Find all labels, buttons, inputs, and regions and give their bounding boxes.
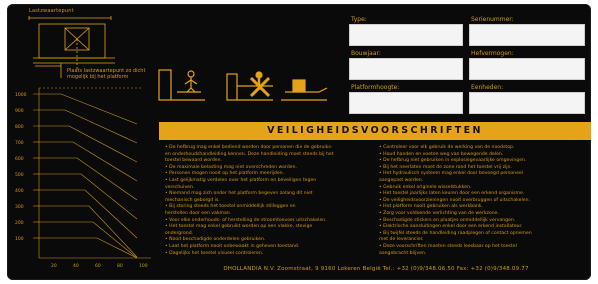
chart-x-tick: 60	[95, 263, 101, 269]
chart-y-tick: 600	[15, 156, 24, 162]
rules-right-column: • Controleer voor elk gebruik de werking…	[379, 145, 591, 257]
safety-plate: Lastzwaartepunt Plaats lastzwaartepunt z…	[7, 4, 591, 280]
chart-capacity-curve	[39, 205, 138, 258]
type-label: Type:	[351, 16, 367, 23]
chart-capacity-curve	[39, 109, 138, 144]
chart-y-tick: 500	[15, 172, 24, 178]
chart-x-tick: 100	[139, 263, 148, 269]
rule-line: • Laat het platform nooit onbewaakt in g…	[165, 243, 300, 249]
chart-y-tick: 1000	[15, 92, 27, 98]
platform-height-field[interactable]	[349, 92, 463, 114]
picto-person-on-platform	[157, 66, 209, 106]
platform-height-label: Platformhoogte:	[351, 84, 400, 91]
year-label: Bouwjaar:	[351, 50, 381, 57]
chart-y-tick: 200	[15, 220, 24, 226]
load-center-diagram: Lastzwaartepunt Plaats lastzwaartepunt z…	[15, 8, 155, 82]
diagram-caption: Plaats lastzwaartepunt zo dicht mogelijk…	[67, 68, 146, 80]
rule-line: • Controleer voor elk gebruik de werking…	[379, 145, 515, 150]
rule-line: • Het platform nooit gebruiken als werkb…	[379, 204, 484, 210]
rule-line: • Zorg voor voldoende verlichting van de…	[379, 210, 499, 216]
capacity-chart-svg: 1000 900 800 700 600 500 400 300 200 100 20 40 60 80…	[15, 87, 151, 269]
load-platform-icon	[281, 79, 328, 101]
chart-y-tick: 800	[15, 124, 24, 130]
type-field[interactable]	[349, 24, 463, 46]
lifting-capacity-label: Hefvermogen:	[471, 50, 514, 57]
units-label: Eenheden:	[471, 84, 504, 91]
chart-capacity-curve	[39, 93, 138, 125]
rule-line: • Het toestel jaarlijks laten keuren doo…	[379, 191, 525, 197]
chart-capacity-curve	[39, 221, 138, 259]
chart-capacity-curve	[39, 173, 138, 220]
rule-line: aangebracht blijven.	[379, 250, 427, 256]
picto-no-person-under	[225, 66, 277, 106]
serial-number-field[interactable]	[469, 24, 585, 46]
diagram-title: Lastzwaartepunt	[29, 8, 74, 14]
chart-y-tick: 900	[15, 108, 24, 114]
rule-line: • Elektrische aansluitingen enkel door e…	[379, 224, 523, 230]
rule-line: herstellen door een vakman.	[165, 210, 232, 216]
chart-y-tick: 300	[15, 204, 24, 210]
rule-line: • Bij storing steeds het toestel onmidde…	[165, 204, 296, 210]
rule-line: met de leverancier.	[379, 237, 424, 243]
rule-line: • De hefbrug mag enkel bediend worden do…	[165, 145, 333, 150]
serial-number-label: Serienummer:	[471, 16, 514, 23]
rule-line: • Personen mogen nooit op het platform m…	[165, 171, 285, 177]
prohibited-person-icon	[226, 71, 273, 101]
rule-line: • Deze voorschriften moeten steeds leesb…	[379, 243, 517, 249]
rule-line: • Het hydraulisch systeem mag enkel door…	[379, 171, 524, 177]
chart-y-tick: 700	[15, 140, 24, 146]
chart-capacity-curve	[39, 141, 138, 182]
rule-line: toestel bewaard worden.	[165, 158, 222, 164]
lifting-capacity-field[interactable]	[469, 58, 585, 80]
chart-y-tick: 100	[15, 236, 24, 242]
units-field[interactable]	[469, 92, 585, 114]
rule-line: • Het toestel mag enkel gebruikt worden …	[165, 224, 313, 230]
chart-capacity-curve	[39, 157, 138, 201]
picto-load-platform	[279, 66, 331, 106]
chart-y-tick: 400	[15, 188, 24, 194]
rule-line: • Nooit beschadigde onderdelen gebruiken…	[165, 237, 266, 243]
chart-x-tick: 40	[73, 263, 79, 269]
rule-line: • Dagelijks het toestel visueel controle…	[165, 250, 264, 256]
capacity-chart: 1000 900 800 700 600 500 400 300 200 100 20 40 60 80…	[11, 86, 159, 272]
chart-x-tick: 20	[51, 263, 57, 269]
year-field[interactable]	[349, 58, 463, 80]
person-on-platform-icon	[158, 69, 205, 101]
chart-capacity-curve	[39, 189, 138, 239]
rule-line: • Last gelijkmatig verdelen over het pla…	[165, 177, 317, 183]
manufacturer-footer: DHOLLANDIA N.V. Zoomstraat, 9 9160 Loker…	[223, 266, 529, 272]
rules-left-column: • De hefbrug mag enkel bediend worden do…	[165, 145, 383, 257]
chart-capacity-curve	[39, 125, 138, 163]
rule-line: • De hefbrug niet gebruiken in explosieg…	[379, 158, 527, 164]
rule-line: • Niemand mag zich onder het platform be…	[165, 191, 313, 197]
rule-line: aangepast worden.	[379, 177, 424, 183]
safety-banner: VEILIGHEIDSVOORSCHRIFTEN	[159, 122, 591, 140]
chart-x-tick: 80	[117, 263, 123, 269]
